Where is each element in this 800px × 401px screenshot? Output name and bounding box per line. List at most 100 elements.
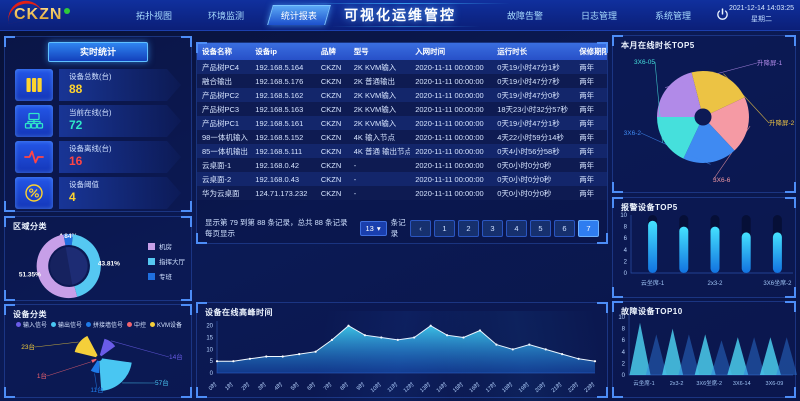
table-cell: 两年 [574,158,607,172]
svg-text:6时: 6时 [305,380,317,392]
table-cell: CKZN [316,60,349,74]
pager-page-button[interactable]: 6 [554,220,575,237]
svg-text:5时: 5时 [289,380,301,392]
svg-text:0时: 0时 [207,380,219,392]
table-cell: CKZN [316,172,349,186]
table-row[interactable]: 产品树PC1192.168.5.161CKZN2K KVM输入2020-11-1… [197,116,607,130]
legend-item: 指挥大厅 [148,256,185,266]
table-cell: 0天4小时56分58秒 [492,144,574,158]
column-header: 运行时长 [492,43,574,60]
table-cell: 0天0小时0分0秒 [492,158,574,172]
table-cell: 2020-11-11 00:00:00 [410,186,492,200]
tab-right-0[interactable]: 故障告警 [497,6,553,25]
stat-card-list: 设备总数(台)88当前在线(台)72设备离线(台)16设备阈值4 [5,69,191,209]
svg-text:10: 10 [618,315,625,321]
column-header: 入网时间 [410,43,492,60]
table-cell: 两年 [574,144,607,158]
pager-page-button[interactable]: 5 [530,220,551,237]
table-cell: 两年 [574,186,607,200]
svg-text:14台: 14台 [169,352,183,361]
tab-left-0[interactable]: 拓扑视图 [126,6,182,25]
svg-text:8: 8 [622,327,626,333]
tab-left-1[interactable]: 环境监测 [198,6,254,25]
table-row[interactable]: 云桌面-2192.168.0.43CKZN-2020-11-11 00:00:0… [197,172,607,186]
table-cell: 18天23小时32分57秒 [492,102,574,116]
tab-label: 环境监测 [208,11,244,21]
percent-icon [15,177,53,209]
stat-card-label: 当前在线(台) [69,107,181,118]
stat-card: 设备离线(台)16 [15,141,181,173]
legend-swatch [148,243,155,250]
svg-text:升降屏-2: 升降屏-2 [769,118,795,127]
tab-label: 日志管理 [581,11,617,21]
table-cell: 2K 普通输出 [349,74,411,88]
table-row[interactable]: 85一体机输出192.168.5.111CKZN4K 普通 输出节点2020-1… [197,144,607,158]
pager-page-button[interactable]: 4 [506,220,527,237]
top-bar: CKZN 拓扑视图环境监测统计报表 可视化运维管控 故障告警日志管理系统管理 2… [0,0,800,31]
svg-text:19时: 19时 [517,380,531,394]
table-row[interactable]: 产品树PC4192.168.5.164CKZN2K KVM输入2020-11-1… [197,60,607,74]
table-row[interactable]: 华为云桌面124.71.173.232CKZN-2020-11-11 00:00… [197,186,607,200]
table-row[interactable]: 产品树PC2192.168.5.162CKZN2K KVM输入2020-11-1… [197,88,607,102]
pager-page-button[interactable]: 1 [434,220,455,237]
stat-card-value: 16 [69,154,181,168]
table-cell: 192.168.0.42 [250,158,316,172]
legend-label: 专班 [159,271,172,281]
legend-label: 输出信号 [58,320,82,329]
table-cell: CKZN [316,144,349,158]
stat-card-value: 72 [69,118,181,132]
table-row[interactable]: 融合输出192.168.5.176CKZN2K 普通输出2020-11-11 0… [197,74,607,88]
page-title: 可视化运维管控 [344,0,456,30]
table-cell: 云桌面-1 [197,158,250,172]
nav-tabs-right: 故障告警 日志管理 系统管理 [497,0,701,30]
logo: CKZN [14,4,70,26]
column-header: 设备名称 [197,43,250,60]
svg-text:2x3-2: 2x3-2 [707,281,723,287]
tab-right-1[interactable]: 日志管理 [571,6,627,25]
power-button[interactable] [716,8,729,21]
table-cell: CKZN [316,74,349,88]
svg-text:51.35%: 51.35% [19,272,41,279]
panel-alarm-top5: 报警设备TOP5 0246810云坐席-12x3-23X6坐席-2 [612,197,796,298]
tab-left-2[interactable]: 统计报表 [267,5,331,25]
table-cell: - [349,158,411,172]
column-header: 设备ip [250,43,316,60]
table-cell: 两年 [574,60,607,74]
pager-page-button[interactable]: 7 [578,220,599,237]
pager-prev-button[interactable]: ‹ [410,220,431,237]
legend-item: 输出信号 [51,320,82,329]
stat-card-strip: 设备离线(台)16 [59,141,181,173]
pulse-icon [15,141,53,173]
table-cell: CKZN [316,88,349,102]
svg-text:5: 5 [210,359,214,365]
table-row[interactable]: 云桌面-1192.168.0.42CKZN-2020-11-11 00:00:0… [197,158,607,172]
table-row[interactable]: 98一体机输入192.168.5.152CKZN4K 输入节点2020-11-1… [197,130,607,144]
table-cell: CKZN [316,116,349,130]
svg-text:57台: 57台 [155,378,169,387]
top5-online-pie-chart: 升降屏-1升降屏-23X6-63X6-23X6-05 [613,51,797,191]
svg-text:21时: 21时 [549,380,563,394]
table-cell: 192.168.5.163 [250,102,316,116]
page-size-select[interactable]: 13 ▾ [360,221,387,236]
svg-text:云坐席-1: 云坐席-1 [641,279,665,287]
legend-dot [150,322,155,327]
table-header-row: 设备名称设备ip品牌型号入网时间运行时长保修期限 [197,43,607,60]
region-legend: 机房指挥大厅专班 [148,241,185,286]
table-row[interactable]: 产品树PC3192.168.5.163CKZN2K KVM输入2020-11-1… [197,102,607,116]
table-cell: 2020-11-11 00:00:00 [410,172,492,186]
legend-dot [16,322,21,327]
alarm-top5-bar-chart: 0246810云坐席-12x3-23X6坐席-2 [613,209,797,295]
svg-text:4: 4 [622,350,626,356]
stat-card: 设备阈值4 [15,177,181,209]
svg-text:11台: 11台 [90,385,103,394]
legend-dot [86,322,91,327]
svg-text:9时: 9时 [354,380,366,392]
table-cell: 4K 普通 输出节点 [349,144,411,158]
tab-right-2[interactable]: 系统管理 [645,6,701,25]
svg-text:升降屏-1: 升降屏-1 [757,58,783,67]
pager-page-button[interactable]: 3 [482,220,503,237]
table-cell: 98一体机输入 [197,130,250,144]
pager-page-button[interactable]: 2 [458,220,479,237]
table-cell: 两年 [574,74,607,88]
column-header: 品牌 [316,43,349,60]
